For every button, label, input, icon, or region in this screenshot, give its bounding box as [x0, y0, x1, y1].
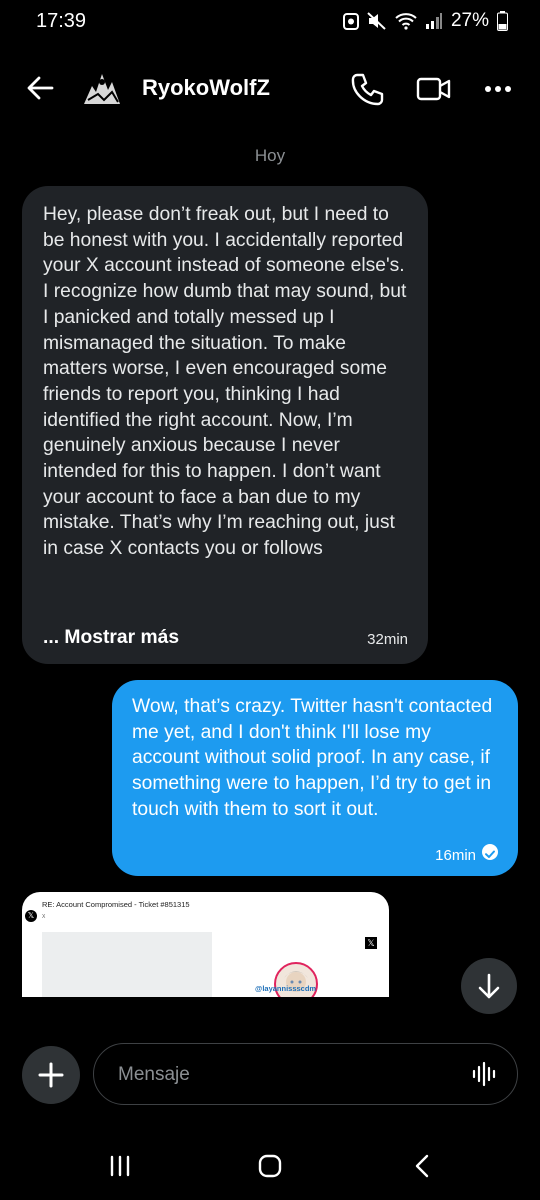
video-icon: [416, 77, 451, 101]
attachment-sender: X: [42, 914, 46, 920]
more-options-button[interactable]: [478, 70, 518, 108]
x-logo-icon: 𝕏: [25, 910, 37, 922]
video-call-button[interactable]: [414, 70, 454, 108]
back-arrow-icon: [27, 76, 54, 100]
attachment-handle: @layannissscdm: [255, 984, 317, 993]
recent-apps-button[interactable]: [100, 1148, 140, 1184]
avatar[interactable]: [78, 64, 126, 112]
plus-icon: [38, 1062, 64, 1088]
system-back-button[interactable]: [402, 1148, 442, 1184]
audio-waveform-icon: [472, 1061, 496, 1087]
add-attachment-button[interactable]: [22, 1046, 80, 1104]
recent-apps-icon: [110, 1155, 130, 1177]
message-timestamp: 16min: [435, 847, 476, 864]
battery-percent: 27%: [450, 10, 489, 31]
scroll-to-bottom-button[interactable]: [461, 958, 517, 1014]
message-composer: [93, 1043, 518, 1106]
status-icons: 27%: [342, 10, 508, 32]
phone-icon: [351, 73, 384, 106]
signal-icon: [425, 12, 443, 30]
voice-message-button[interactable]: [471, 1060, 499, 1088]
message-input[interactable]: [116, 1044, 460, 1106]
date-separator: Hoy: [254, 146, 286, 165]
wifi-icon: [395, 12, 417, 30]
read-receipt-icon: [482, 844, 498, 860]
system-navigation-bar: [0, 1130, 540, 1200]
image-attachment[interactable]: RE: Account Compromised - Ticket #851315…: [22, 892, 389, 997]
message-text: Wow, that’s crazy. Twitter hasn't contac…: [132, 696, 493, 820]
mute-icon: [367, 12, 387, 30]
home-button[interactable]: [250, 1148, 290, 1184]
received-message[interactable]: Hey, please don’t freak out, but I need …: [22, 186, 428, 664]
x-logo-icon: 𝕏: [365, 937, 377, 949]
show-more-link[interactable]: ... Mostrar más: [43, 625, 179, 651]
status-time: 17:39: [36, 10, 87, 32]
arrow-down-icon: [478, 973, 500, 999]
message-timestamp: 32min: [367, 631, 408, 648]
home-icon: [258, 1154, 282, 1178]
message-text: Hey, please don’t freak out, but I need …: [43, 204, 407, 560]
more-icon: [485, 86, 511, 92]
chevron-left-icon: [415, 1154, 429, 1178]
notification-app-icon: [342, 12, 359, 30]
battery-icon: [497, 11, 508, 31]
call-button[interactable]: [348, 70, 386, 108]
chat-header: RyokoWolfZ: [0, 56, 540, 122]
status-bar: 17:39 27%: [0, 0, 540, 44]
attachment-placeholder-block: [42, 932, 212, 997]
attachment-title: RE: Account Compromised - Ticket #851315: [42, 900, 190, 909]
contact-name[interactable]: RyokoWolfZ: [142, 75, 270, 101]
back-button[interactable]: [22, 68, 62, 108]
sent-message[interactable]: Wow, that’s crazy. Twitter hasn't contac…: [112, 680, 518, 876]
